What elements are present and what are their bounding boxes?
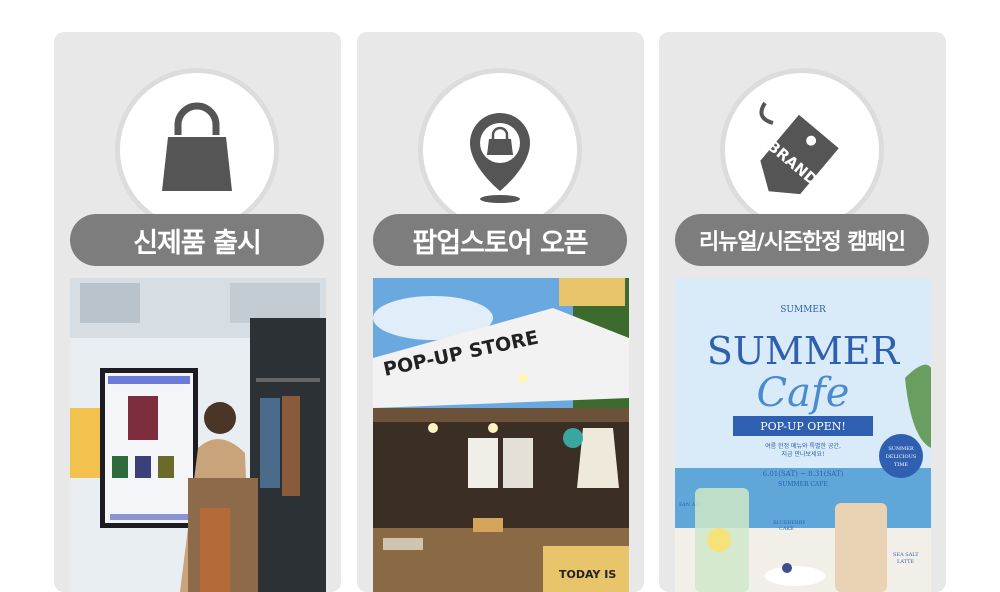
popup-store-photo: POP-UP STORE TODAY IS bbox=[373, 278, 629, 592]
card-renewal-campaign[interactable]: BRAND 리뉴얼/시즌한정 캠페인 SUMMER SUMMER Cafe PO… bbox=[659, 32, 946, 592]
poster-top: SUMMER bbox=[780, 305, 826, 315]
brand-tag-icon: BRAND bbox=[759, 101, 839, 195]
poster-badge3: TIME bbox=[894, 462, 908, 468]
poster-line2: 지금 만나보세요! bbox=[782, 450, 825, 458]
card-title: 리뉴얼/시즌한정 캠페인 bbox=[675, 214, 929, 266]
poster-headline: SUMMER bbox=[707, 329, 901, 373]
poster-line1: 여름 한정 메뉴와 특별한 공간, bbox=[765, 442, 841, 450]
popup-board-text: TODAY IS bbox=[559, 568, 616, 581]
card-title: 신제품 출시 bbox=[70, 214, 324, 266]
poster-cake2: CAKE bbox=[779, 526, 794, 532]
poster-date: 6.01(SAT) ~ 8.31(SAT) bbox=[763, 470, 844, 478]
poster-place: SUMMER CAFE bbox=[778, 481, 828, 488]
poster-right1: SEA SALT bbox=[893, 552, 919, 558]
card-new-product[interactable]: 신제품 출시 bbox=[54, 32, 341, 592]
summer-cafe-poster: SUMMER SUMMER Cafe POP-UP OPEN! 여름 한정 메뉴… bbox=[675, 278, 931, 592]
icon-circle bbox=[115, 68, 279, 232]
card-popup-store[interactable]: 팝업스토어 오픈 POP-UP STORE TODAY IS bbox=[357, 32, 644, 592]
poster-badge1: SUMMER bbox=[888, 446, 914, 452]
card-title: 팝업스토어 오픈 bbox=[373, 214, 627, 266]
kiosk-store-photo bbox=[70, 278, 326, 592]
poster-badge2: DELICIOUS bbox=[886, 454, 917, 460]
poster-banner: POP-UP OPEN! bbox=[760, 420, 846, 433]
location-bag-icon bbox=[470, 113, 530, 203]
icon-circle: BRAND bbox=[720, 68, 884, 232]
shopping-bag-icon bbox=[162, 102, 232, 191]
poster-right2: LATTE bbox=[897, 559, 914, 565]
poster-script: Cafe bbox=[757, 370, 850, 416]
icon-circle bbox=[418, 68, 582, 232]
